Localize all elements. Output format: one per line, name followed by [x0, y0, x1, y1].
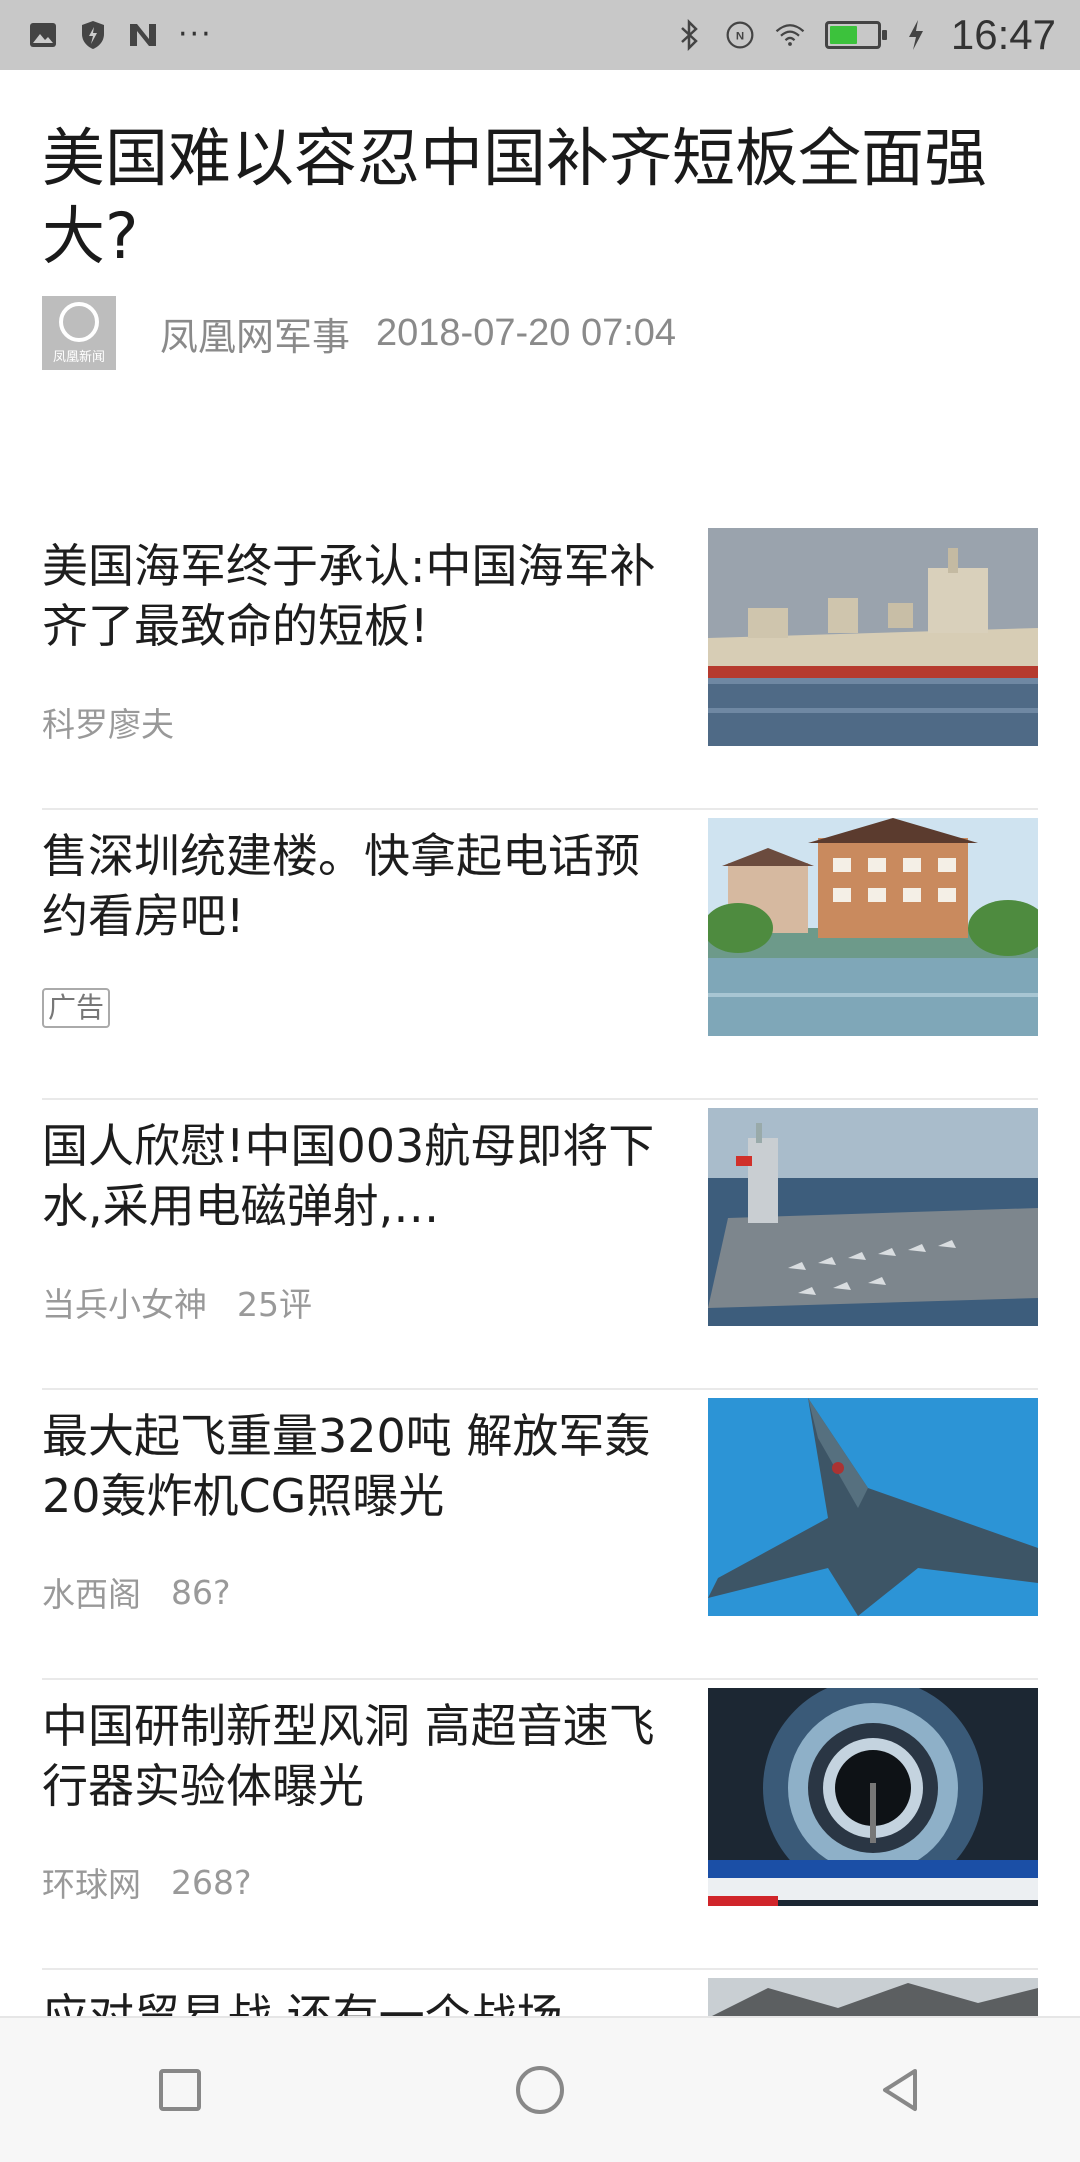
article-source[interactable]: 凤凰网军事: [160, 306, 350, 361]
battery-icon: [824, 21, 887, 49]
wifi-icon: [775, 20, 805, 50]
item-meta: 环球网 268?: [42, 1858, 252, 1906]
item-source: 科罗廖夫: [42, 705, 174, 744]
item-meta: 科罗廖夫: [42, 698, 174, 746]
status-bar: ··· N 16:47: [0, 0, 1080, 70]
item-thumbnail-wind-tunnel[interactable]: [708, 1688, 1038, 1906]
status-bar-right: N 16:47: [675, 11, 1056, 59]
item-meta: 水西阁 86?: [42, 1568, 231, 1616]
square-icon: [159, 2069, 201, 2111]
ad-badge: 广告: [42, 988, 111, 1028]
home-button[interactable]: [495, 2045, 585, 2135]
system-nav-bar: [0, 2016, 1080, 2162]
battery-level: [829, 26, 858, 44]
svg-text:N: N: [736, 30, 744, 42]
item-thumbnail-building[interactable]: [708, 818, 1038, 1036]
item-comments: 25评: [237, 1285, 312, 1324]
triangle-back-icon: [883, 2069, 917, 2111]
item-thumbnail-bomber[interactable]: [708, 1398, 1038, 1616]
more-notifications-indicator: ···: [178, 17, 213, 52]
list-item[interactable]: 中国研制新型风洞 高超音速飞行器实验体曝光 环球网 268?: [42, 1680, 1038, 1970]
related-news-feed: 美国海军终于承认:中国海军补齐了最致命的短板! 科罗廖夫 售深圳统建楼。快拿起电…: [42, 520, 1038, 2090]
item-thumbnail-carrier[interactable]: [708, 1108, 1038, 1326]
item-title[interactable]: 最大起飞重量320吨 解放军轰20轰炸机CG照曝光: [42, 1406, 662, 1526]
item-meta: 广告: [42, 988, 111, 1028]
item-title[interactable]: 中国研制新型风洞 高超音速飞行器实验体曝光: [42, 1696, 662, 1816]
item-comments: 268?: [171, 1862, 252, 1902]
list-item[interactable]: 最大起飞重量320吨 解放军轰20轰炸机CG照曝光 水西阁 86?: [42, 1390, 1038, 1680]
bluetooth-icon: [675, 19, 705, 51]
shield-icon: [78, 20, 108, 50]
item-comments: 86?: [171, 1572, 231, 1612]
list-item[interactable]: 美国海军终于承认:中国海军补齐了最致命的短板! 科罗廖夫: [42, 520, 1038, 810]
source-logo[interactable]: 凤凰新闻: [42, 296, 116, 370]
n-app-icon: [128, 20, 158, 50]
item-title[interactable]: 国人欣慰!中国003航母即将下水,采用电磁弹射,…: [42, 1116, 662, 1236]
article-title: 美国难以容忍中国补齐短板全面强大?: [42, 122, 987, 273]
clock: 16:47: [950, 11, 1056, 58]
status-bar-left: ···: [28, 20, 213, 50]
article-datetime: 2018-07-20 07:04: [376, 311, 677, 354]
item-source: 水西阁: [42, 1575, 141, 1614]
circle-icon: [516, 2066, 564, 2114]
nfc-icon: N: [725, 20, 755, 50]
logo-text: 凤凰新闻: [52, 349, 105, 365]
recent-apps-button[interactable]: [135, 2045, 225, 2135]
image-icon: [28, 20, 58, 50]
article-meta: 凤凰新闻 凤凰网军事 2018-07-20 07:04: [42, 296, 1022, 370]
charging-icon: [901, 20, 931, 50]
item-thumbnail-ship[interactable]: [708, 528, 1038, 746]
item-source: 环球网: [42, 1865, 141, 1904]
item-title[interactable]: 售深圳统建楼。快拿起电话预约看房吧!: [42, 826, 662, 946]
phoenix-logo-icon: [59, 301, 99, 342]
item-source: 当兵小女神: [42, 1285, 207, 1324]
item-title[interactable]: 美国海军终于承认:中国海军补齐了最致命的短板!: [42, 536, 662, 656]
list-item[interactable]: 国人欣慰!中国003航母即将下水,采用电磁弹射,… 当兵小女神 25评: [42, 1100, 1038, 1390]
article-header: 美国难以容忍中国补齐短板全面强大? 凤凰新闻 凤凰网军事 2018-07-20 …: [42, 120, 1022, 370]
item-meta: 当兵小女神 25评: [42, 1278, 312, 1326]
back-button[interactable]: [855, 2045, 945, 2135]
list-item-ad[interactable]: 售深圳统建楼。快拿起电话预约看房吧! 广告: [42, 810, 1038, 1100]
